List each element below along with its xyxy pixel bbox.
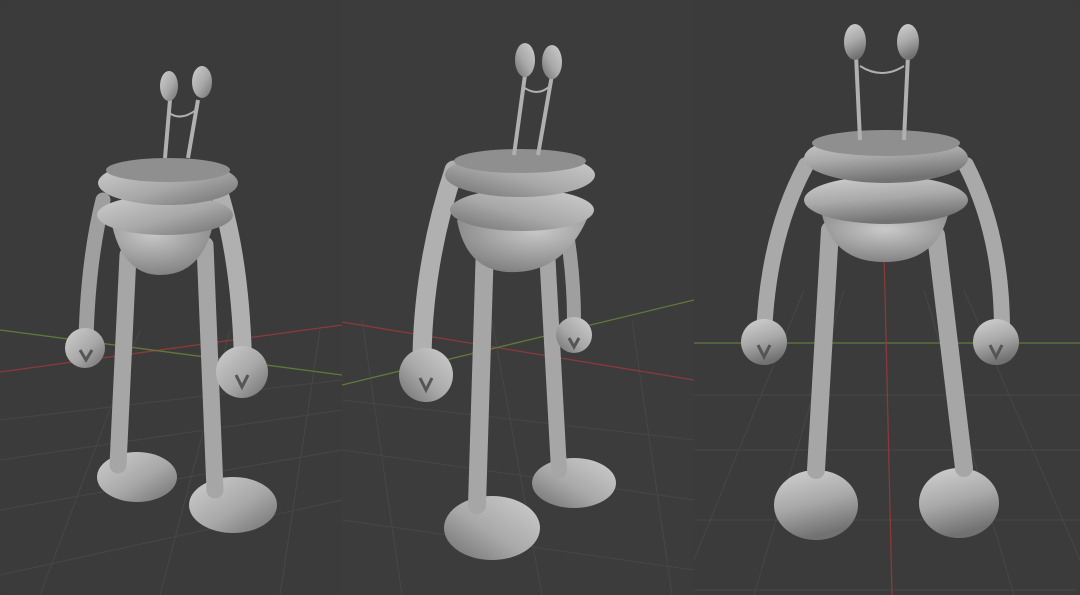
viewport-panel-left <box>0 0 342 595</box>
character-render-middle <box>342 0 694 595</box>
viewport-panel-middle <box>342 0 694 595</box>
character-render-left <box>0 0 342 595</box>
viewport-frame <box>0 0 1080 595</box>
character-render-front <box>694 0 1080 595</box>
viewport-panel-right <box>694 0 1080 595</box>
